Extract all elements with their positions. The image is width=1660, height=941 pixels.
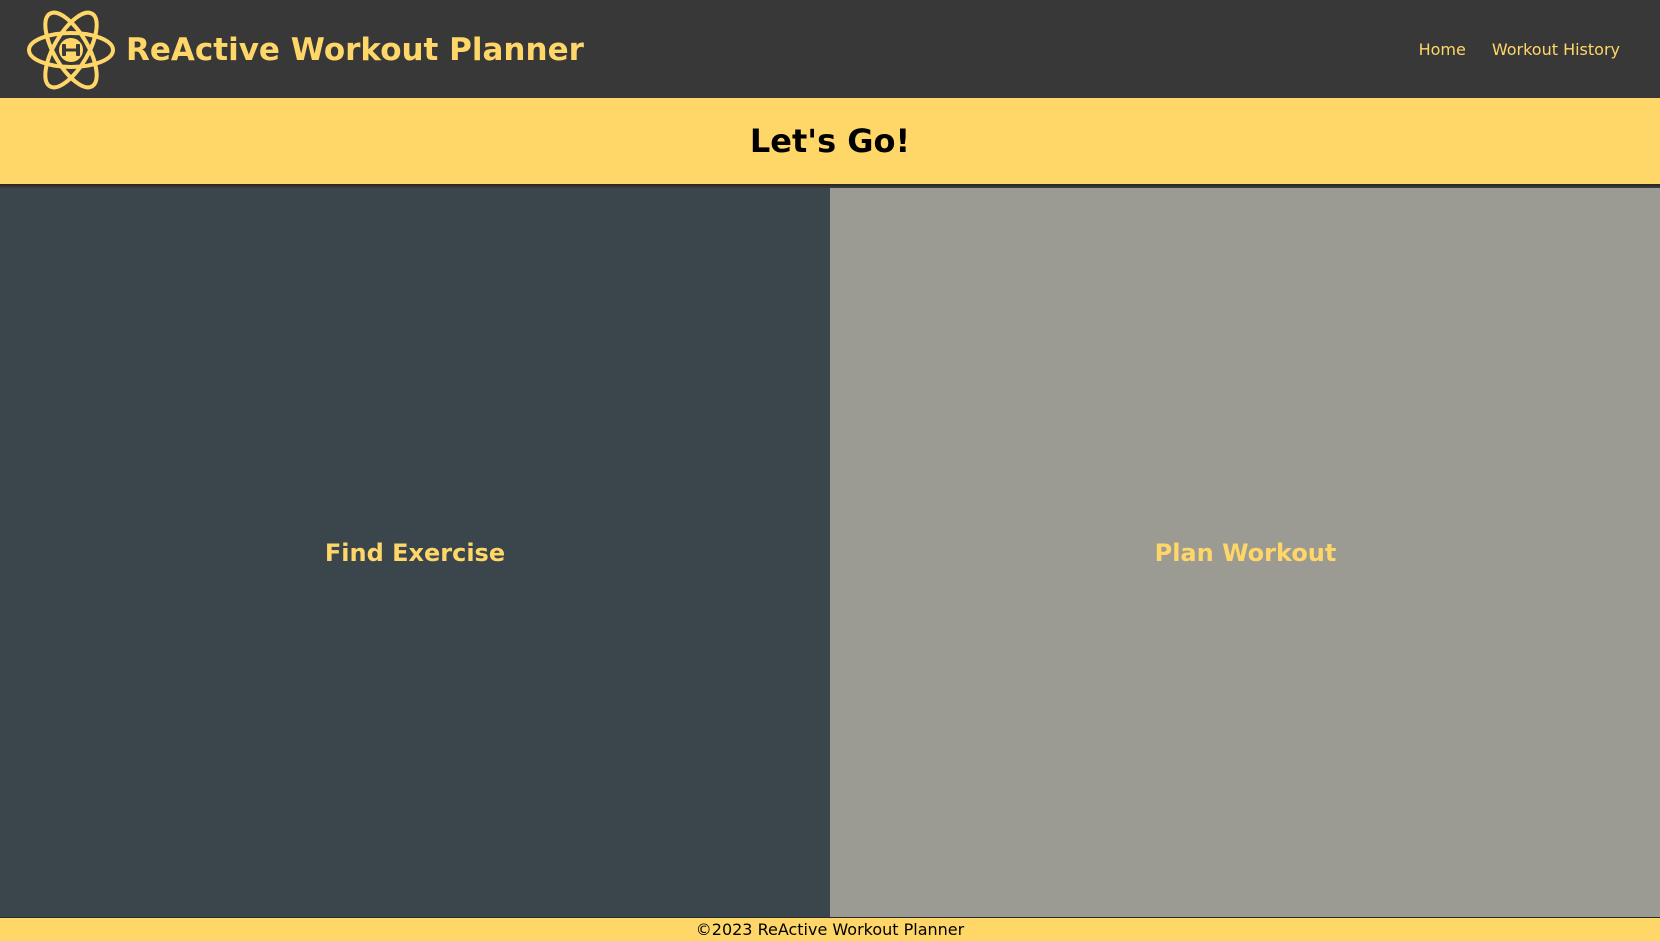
find-exercise-label: Find Exercise: [324, 538, 506, 567]
navbar: ReActive Workout Planner Home Workout Hi…: [0, 0, 1660, 98]
hero-heading: Let's Go!: [749, 122, 911, 160]
app-page: ReActive Workout Planner Home Workout Hi…: [0, 0, 1660, 941]
footer-copyright: ©2023 ReActive Workout Planner: [695, 919, 965, 939]
hero-banner: Let's Go!: [0, 98, 1660, 186]
footer: ©2023 ReActive Workout Planner: [0, 917, 1660, 941]
nav-links: Home Workout History: [1419, 0, 1620, 98]
plan-workout-label: Plan Workout: [1154, 538, 1337, 567]
find-exercise-panel[interactable]: Find Exercise: [0, 188, 830, 917]
plan-workout-panel[interactable]: Plan Workout: [831, 188, 1660, 917]
brand-link[interactable]: ReActive Workout Planner: [26, 8, 584, 92]
atom-dumbbell-logo-icon: [27, 10, 115, 90]
nav-link-workout-history[interactable]: Workout History: [1492, 40, 1620, 59]
brand-title: ReActive Workout Planner: [126, 31, 584, 68]
nav-link-home[interactable]: Home: [1419, 40, 1466, 59]
